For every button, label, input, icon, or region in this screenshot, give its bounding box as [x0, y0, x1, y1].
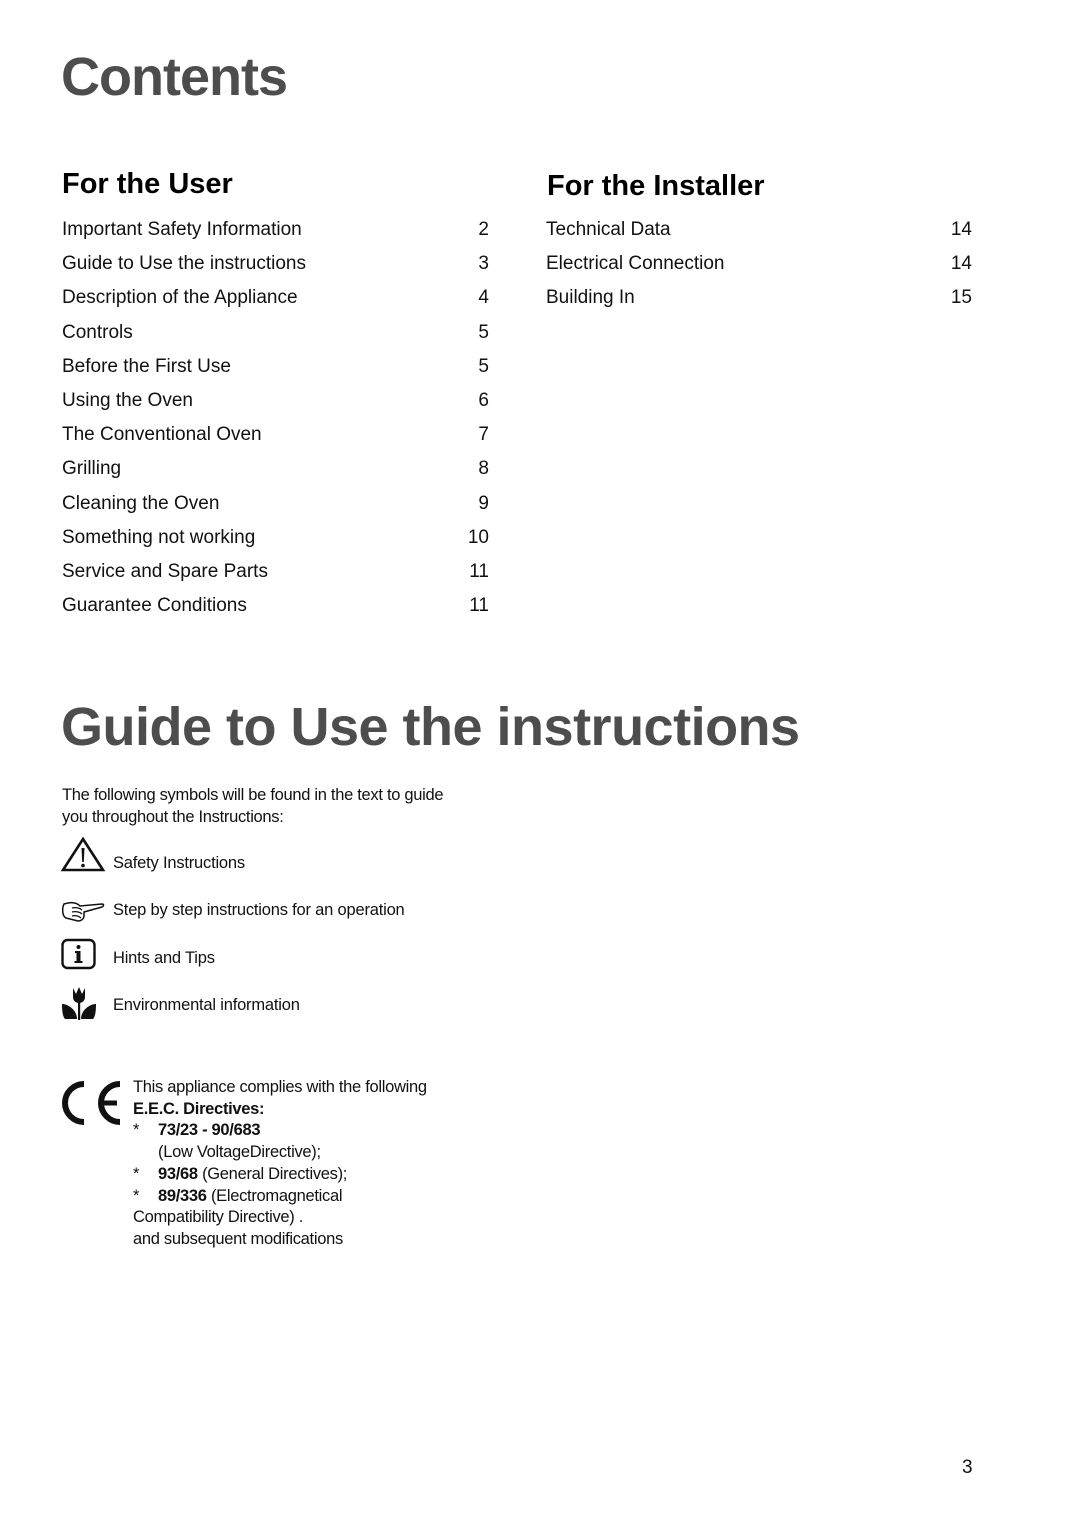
symbol-environment: Environmental information — [60, 984, 510, 1024]
tulip-icon — [62, 987, 96, 1020]
info-icon — [61, 938, 96, 970]
toc-item-label: Important Safety Information — [62, 219, 302, 240]
toc-item[interactable]: Description of the Appliance 4 — [62, 286, 489, 320]
toc-item[interactable]: Electrical Connection 14 — [546, 252, 972, 286]
symbol-step: Step by step instructions for an operati… — [60, 896, 510, 936]
symbol-safety: Safety Instructions — [60, 836, 510, 876]
toc-item[interactable]: Building In 15 — [546, 286, 972, 320]
toc-item[interactable]: Service and Spare Parts 11 — [62, 560, 489, 594]
bullet: * — [133, 1121, 140, 1140]
directive-desc-cont: Compatibility Directive) . — [133, 1208, 304, 1227]
toc-item[interactable]: Technical Data 14 — [546, 218, 972, 252]
toc-item-page: 4 — [478, 287, 489, 309]
symbol-label: Step by step instructions for an operati… — [113, 901, 405, 919]
page-number: 3 — [962, 1457, 973, 1478]
toc-item-page: 14 — [950, 253, 972, 275]
toc-item-label: Technical Data — [546, 219, 671, 240]
compliance-heading: E.E.C. Directives: — [133, 1099, 265, 1118]
directive-code: 93/68 — [158, 1164, 198, 1183]
toc-item-page: 14 — [950, 219, 972, 240]
toc-item-label: Service and Spare Parts — [62, 561, 268, 582]
section-title-guide: Guide to Use the instructions — [61, 697, 800, 757]
guide-intro: The following symbols will be found in t… — [62, 784, 502, 828]
directive-code: 73/23 - 90/683 — [158, 1121, 261, 1140]
toc-item-label: Controls — [62, 321, 133, 343]
toc-item[interactable]: The Conventional Oven 7 — [62, 423, 489, 457]
toc-item-label: Description of the Appliance — [62, 287, 298, 309]
toc-item-page: 9 — [478, 492, 489, 514]
toc-item-page: 2 — [478, 219, 489, 240]
toc-item-page: 5 — [478, 355, 489, 377]
toc-item[interactable]: Controls 5 — [62, 321, 489, 355]
toc-item-label: Using the Oven — [62, 390, 193, 411]
toc-item-label: Building In — [546, 287, 635, 309]
directive-desc: (General Directives); — [197, 1164, 348, 1183]
symbol-label: Hints and Tips — [113, 949, 215, 967]
toc-item[interactable]: Guarantee Conditions 11 — [62, 594, 489, 628]
directive-desc: (Low VoltageDirective); — [158, 1143, 321, 1162]
symbol-hints: Hints and Tips — [60, 938, 510, 978]
toc-item-page: 7 — [478, 424, 489, 446]
toc-item[interactable]: Cleaning the Oven 9 — [62, 492, 489, 526]
page-title: Contents — [61, 47, 288, 107]
toc-item-label: Cleaning the Oven — [62, 492, 220, 514]
toc-item-label: Guarantee Conditions — [62, 595, 247, 617]
toc-item[interactable]: Grilling 8 — [62, 457, 489, 491]
toc-item-page: 6 — [478, 390, 489, 411]
bullet: * — [133, 1186, 140, 1205]
toc-item-page: 11 — [469, 595, 489, 617]
toc-item-label: Before the First Use — [62, 355, 231, 377]
warning-triangle-icon — [60, 836, 106, 872]
toc-item[interactable]: Guide to Use the instructions 3 — [62, 252, 489, 286]
guide-intro-line: The following symbols will be found in t… — [62, 786, 444, 804]
compliance-text: This appliance complies with the followi… — [133, 1077, 427, 1251]
toc-item-page: 15 — [950, 287, 972, 309]
toc-item-page: 10 — [467, 526, 489, 548]
section-heading-user: For the User — [62, 168, 233, 200]
guide-intro-line: you throughout the Instructions: — [62, 808, 284, 826]
compliance-closing: and subsequent modifications — [133, 1229, 343, 1248]
toc-item[interactable]: Something not working 10 — [62, 526, 489, 560]
symbol-label: Environmental information — [113, 996, 300, 1014]
compliance-intro: This appliance complies with the followi… — [133, 1078, 427, 1096]
toc-item-page: 11 — [469, 561, 489, 582]
toc-item[interactable]: Important Safety Information 2 — [62, 218, 489, 252]
toc-item-page: 8 — [478, 458, 489, 480]
toc-item[interactable]: Before the First Use 5 — [62, 355, 489, 389]
toc-item-label: Guide to Use the instructions — [62, 253, 306, 275]
directive-code: 89/336 — [158, 1186, 207, 1205]
symbol-label: Safety Instructions — [113, 854, 245, 872]
toc-item-page: 5 — [478, 321, 489, 343]
toc-item-page: 3 — [478, 253, 489, 275]
toc-item-label: Electrical Connection — [546, 253, 725, 275]
section-heading-installer: For the Installer — [547, 170, 765, 202]
toc-item-label: Something not working — [62, 526, 256, 548]
toc-item[interactable]: Using the Oven 6 — [62, 389, 489, 423]
bullet: * — [133, 1164, 140, 1183]
toc-item-label: Grilling — [62, 458, 122, 480]
pointing-hand-icon — [61, 901, 105, 922]
directive-desc: (Electromagnetical — [206, 1186, 343, 1205]
ce-mark-icon — [62, 1081, 121, 1125]
toc-item-label: The Conventional Oven — [62, 424, 262, 446]
